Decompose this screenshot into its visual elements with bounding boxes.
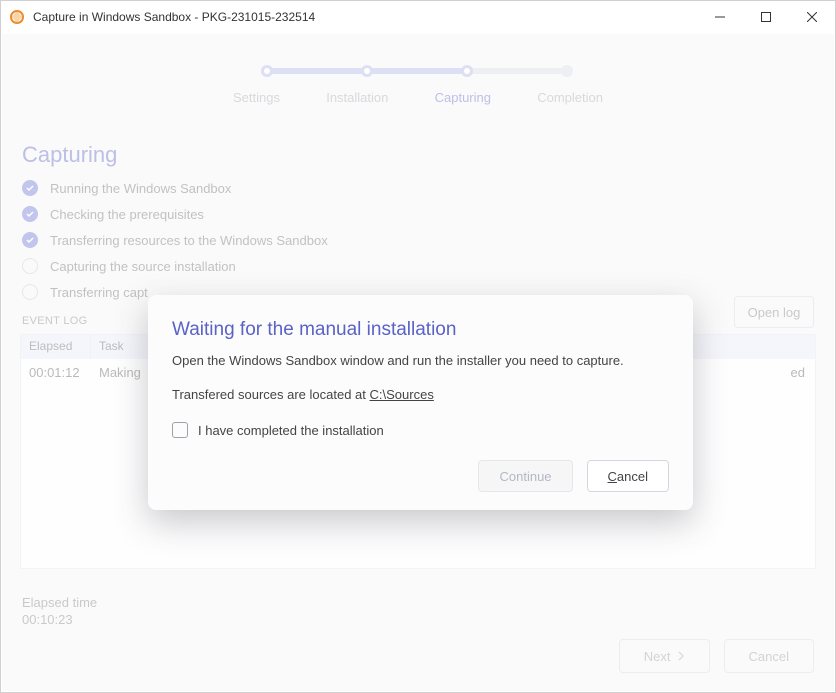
open-log-button[interactable]: Open log [734, 296, 814, 328]
step-dot-capturing [461, 65, 473, 77]
dialog-body: Open the Windows Sandbox window and run … [172, 351, 669, 371]
elapsed-label: Elapsed time [22, 595, 97, 610]
check-pending-icon [22, 258, 38, 274]
check-label: Transferring resources to the Windows Sa… [50, 233, 328, 248]
sources-path-link[interactable]: C:\Sources [370, 387, 434, 402]
open-log-label: Open log [748, 305, 801, 320]
window-controls [697, 1, 835, 33]
app-icon [9, 9, 25, 25]
chevron-right-icon [677, 649, 685, 664]
step-label-capturing: Capturing [435, 90, 491, 105]
app-window: Capture in Windows Sandbox - PKG-231015-… [0, 0, 836, 693]
cancel-label: Cancel [749, 649, 789, 664]
next-label: Next [644, 649, 671, 664]
dialog-buttons: Continue Cancel [172, 460, 669, 492]
minimize-button[interactable] [697, 1, 743, 33]
check-item: Running the Windows Sandbox [22, 177, 328, 199]
close-button[interactable] [789, 1, 835, 33]
stepper-track [263, 64, 573, 78]
check-label: Checking the prerequisites [50, 207, 204, 222]
window-title: Capture in Windows Sandbox - PKG-231015-… [33, 10, 697, 24]
footer-elapsed: Elapsed time 00:10:23 [22, 595, 97, 627]
sources-prefix: Transfered sources are located at [172, 387, 370, 402]
manual-installation-dialog: Waiting for the manual installation Open… [148, 295, 693, 510]
elapsed-value: 00:10:23 [22, 612, 97, 627]
check-item: Checking the prerequisites [22, 203, 328, 225]
wizard-stepper: Settings Installation Capturing Completi… [2, 64, 834, 105]
completion-checkbox-row: I have completed the installation [172, 422, 669, 438]
dialog-cancel-button[interactable]: Cancel [587, 460, 669, 492]
check-done-icon [22, 232, 38, 248]
next-button[interactable]: Next [619, 639, 710, 673]
check-done-icon [22, 206, 38, 222]
content-area: Settings Installation Capturing Completi… [2, 34, 834, 691]
completion-checkbox-label: I have completed the installation [198, 423, 384, 438]
progress-checklist: Running the Windows Sandbox Checking the… [22, 177, 328, 307]
check-label: Transferring capt [50, 285, 148, 300]
continue-label: Continue [499, 469, 551, 484]
step-label-installation: Installation [326, 90, 388, 105]
step-dot-completion [561, 65, 573, 77]
dialog-title: Waiting for the manual installation [172, 319, 669, 341]
maximize-button[interactable] [743, 1, 789, 33]
cancel-button[interactable]: Cancel [724, 639, 814, 673]
check-pending-icon [22, 284, 38, 300]
dialog-cancel-label: Cancel [608, 469, 648, 484]
step-label-settings: Settings [233, 90, 280, 105]
check-label: Capturing the source installation [50, 259, 236, 274]
titlebar: Capture in Windows Sandbox - PKG-231015-… [1, 1, 835, 33]
check-item: Capturing the source installation [22, 255, 328, 277]
check-label: Running the Windows Sandbox [50, 181, 231, 196]
cell-elapsed: 00:01:12 [21, 361, 91, 384]
step-dot-settings [261, 65, 273, 77]
event-log-heading: EVENT LOG [22, 315, 87, 327]
check-done-icon [22, 180, 38, 196]
check-item: Transferring resources to the Windows Sa… [22, 229, 328, 251]
step-label-completion: Completion [537, 90, 603, 105]
dialog-sources: Transfered sources are located at C:\Sou… [172, 385, 669, 405]
completion-checkbox[interactable] [172, 422, 188, 438]
section-title: Capturing [22, 142, 117, 168]
footer-buttons: Next Cancel [619, 639, 814, 673]
step-dot-installation [361, 65, 373, 77]
col-elapsed: Elapsed [21, 335, 91, 359]
continue-button[interactable]: Continue [478, 460, 572, 492]
